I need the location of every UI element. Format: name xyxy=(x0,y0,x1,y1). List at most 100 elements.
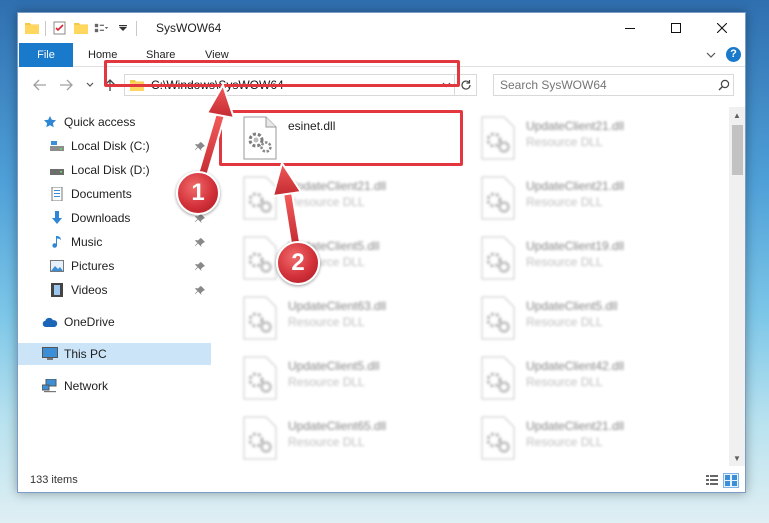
network-icon xyxy=(42,378,58,394)
file-name: UpdateClient21.dll xyxy=(288,179,387,193)
address-bar-highlight xyxy=(104,60,460,87)
file-item[interactable]: UpdateClient19.dll Resource DLL xyxy=(474,233,704,285)
file-item[interactable]: UpdateClient65.dll Resource DLL xyxy=(236,413,466,465)
recent-locations-icon[interactable] xyxy=(82,77,98,93)
minimize-button[interactable] xyxy=(607,13,653,43)
dll-file-icon xyxy=(240,416,284,462)
file-meta: UpdateClient63.dll Resource DLL xyxy=(288,299,386,329)
properties-icon[interactable] xyxy=(52,21,67,36)
ribbon-right-controls: ? xyxy=(706,47,741,62)
search-box[interactable] xyxy=(493,74,734,96)
file-name: UpdateClient5.dll xyxy=(288,359,380,373)
file-name: UpdateClient21.dll xyxy=(526,179,625,193)
vertical-scrollbar[interactable]: ▲ ▼ xyxy=(729,107,745,466)
pictures-icon xyxy=(49,258,65,274)
sidebar-item-quick-access[interactable]: Quick access xyxy=(18,111,211,133)
downloads-icon xyxy=(49,210,65,226)
sidebar-item-label: Pictures xyxy=(71,259,115,273)
navigation-pane: Quick access Local Disk (C:) Local Disk … xyxy=(18,107,213,466)
expand-ribbon-icon[interactable] xyxy=(706,48,716,62)
pin-icon[interactable] xyxy=(195,285,205,295)
file-type: Resource DLL xyxy=(526,135,603,149)
file-meta: UpdateClient5.dll Resource DLL xyxy=(526,299,617,329)
close-button[interactable] xyxy=(699,13,745,43)
sidebar-item-label: This PC xyxy=(64,347,107,361)
scroll-up-icon[interactable]: ▲ xyxy=(729,107,745,123)
file-item[interactable]: UpdateClient5.dll Resource DLL xyxy=(474,293,704,345)
status-bar: 133 items xyxy=(18,469,745,492)
dll-file-icon xyxy=(478,116,522,162)
dll-file-icon xyxy=(478,356,522,402)
dll-file-icon xyxy=(240,296,284,342)
view-switcher xyxy=(704,473,739,488)
sidebar-item-this-pc[interactable]: This PC xyxy=(18,343,211,365)
file-highlight xyxy=(219,110,463,166)
new-folder-icon[interactable] xyxy=(73,21,88,36)
forward-arrow-icon[interactable] xyxy=(58,77,74,93)
sidebar-item-downloads[interactable]: Downloads xyxy=(18,207,211,229)
file-item[interactable]: UpdateClient42.dll Resource DLL xyxy=(474,353,704,405)
chevron-down-icon[interactable] xyxy=(115,21,130,36)
search-input[interactable] xyxy=(500,78,715,92)
help-icon[interactable]: ? xyxy=(726,47,741,62)
customize-toolbar-icon[interactable] xyxy=(94,21,109,36)
folder-icon xyxy=(24,21,39,36)
search-icon[interactable] xyxy=(715,79,733,91)
file-type: Resource DLL xyxy=(288,195,365,209)
sidebar-item-label: OneDrive xyxy=(64,315,115,329)
window-controls xyxy=(607,13,745,43)
sidebar-item-label: Videos xyxy=(71,283,108,297)
sidebar-item-onedrive[interactable]: OneDrive xyxy=(18,311,211,333)
file-item[interactable]: UpdateClient21.dll Resource DLL xyxy=(474,413,704,465)
file-item[interactable]: UpdateClient21.dll Resource DLL xyxy=(474,173,704,225)
sidebar-item-label: Downloads xyxy=(71,211,131,225)
scroll-thumb[interactable] xyxy=(732,125,743,175)
file-meta: UpdateClient42.dll Resource DLL xyxy=(526,359,624,389)
file-type: Resource DLL xyxy=(288,375,365,389)
pin-icon[interactable] xyxy=(195,237,205,247)
tab-file[interactable]: File xyxy=(19,43,73,67)
file-type: Resource DLL xyxy=(288,315,365,329)
file-name: UpdateClient65.dll xyxy=(288,419,387,433)
details-view-icon[interactable] xyxy=(704,473,720,488)
file-meta: UpdateClient65.dll Resource DLL xyxy=(288,419,386,449)
file-item[interactable]: UpdateClient21.dll Resource DLL xyxy=(474,113,704,165)
pin-icon[interactable] xyxy=(195,261,205,271)
sidebar-item-label: Network xyxy=(64,379,109,393)
videos-icon xyxy=(49,282,65,298)
computer-icon xyxy=(42,346,58,362)
onedrive-icon xyxy=(42,314,58,330)
documents-icon xyxy=(49,186,65,202)
sidebar-item-pictures[interactable]: Pictures xyxy=(18,255,211,277)
sidebar-item-label: Quick access xyxy=(64,115,136,129)
music-icon xyxy=(49,234,65,250)
sidebar-item-label: Local Disk (D:) xyxy=(71,163,150,177)
step-2-badge: 2 xyxy=(276,241,320,285)
file-meta: UpdateClient21.dll Resource DLL xyxy=(526,419,624,449)
quick-access-toolbar xyxy=(24,19,137,37)
step-1-badge: 1 xyxy=(176,171,220,215)
tiles-view-icon[interactable] xyxy=(723,473,739,488)
file-item[interactable]: UpdateClient21.dll Resource DLL xyxy=(236,173,466,225)
file-item[interactable]: UpdateClient5.dll Resource DLL xyxy=(236,353,466,405)
file-name: UpdateClient63.dll xyxy=(288,299,387,313)
file-name: UpdateClient5.dll xyxy=(526,299,618,313)
file-meta: UpdateClient21.dll Resource DLL xyxy=(526,179,624,209)
file-meta: UpdateClient21.dll Resource DLL xyxy=(288,179,386,209)
sidebar-item-local-disk-c[interactable]: Local Disk (C:) xyxy=(18,135,211,157)
maximize-button[interactable] xyxy=(653,13,699,43)
drive-icon xyxy=(49,138,65,154)
star-icon xyxy=(42,114,58,130)
file-item[interactable]: UpdateClient5.dll Resource DLL xyxy=(236,233,466,285)
file-type: Resource DLL xyxy=(526,255,603,269)
sidebar-item-label: Local Disk (C:) xyxy=(71,139,150,153)
file-item[interactable]: UpdateClient63.dll Resource DLL xyxy=(236,293,466,345)
file-type: Resource DLL xyxy=(526,375,603,389)
back-arrow-icon[interactable] xyxy=(32,77,48,93)
sidebar-item-videos[interactable]: Videos xyxy=(18,279,211,301)
sidebar-item-music[interactable]: Music xyxy=(18,231,211,253)
file-name: UpdateClient19.dll xyxy=(526,239,625,253)
sidebar-item-network[interactable]: Network xyxy=(18,375,211,397)
pin-icon[interactable] xyxy=(195,141,205,151)
scroll-down-icon[interactable]: ▼ xyxy=(729,450,745,466)
